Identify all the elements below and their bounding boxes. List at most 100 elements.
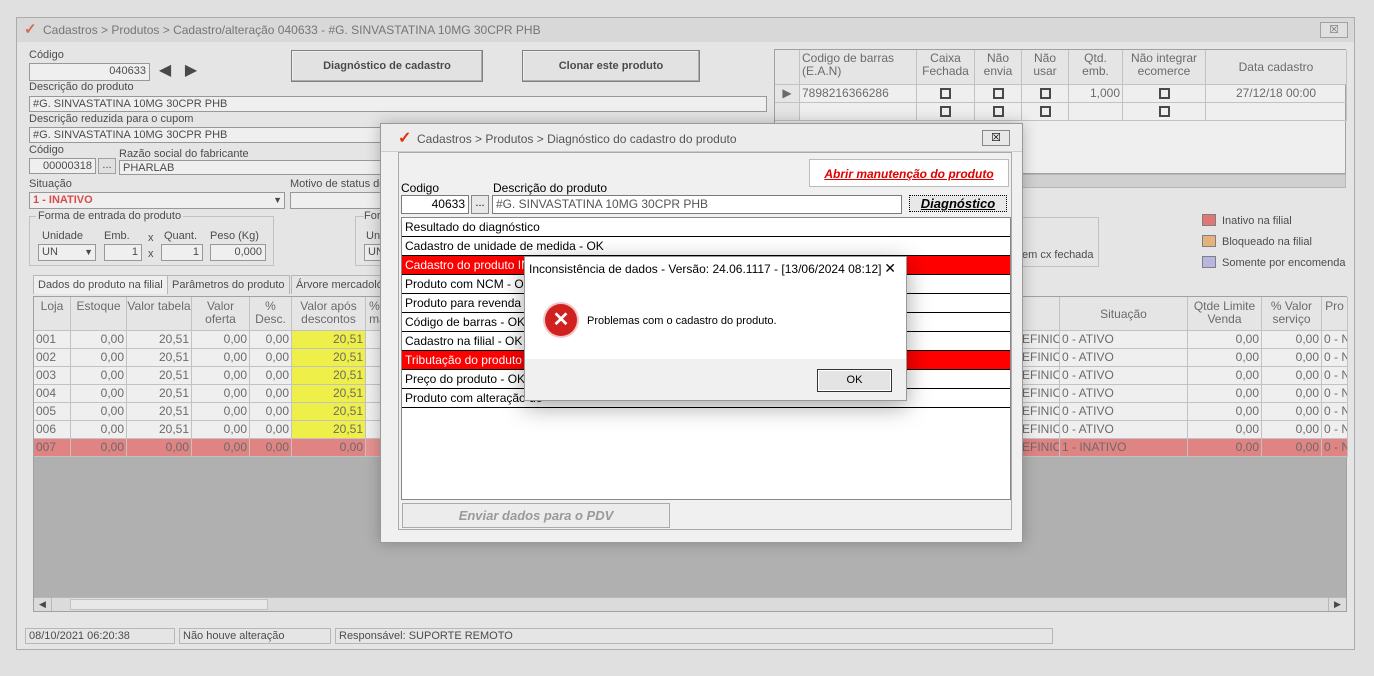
nao-envia-checkbox[interactable] — [975, 85, 1022, 103]
table-cell-servico[interactable]: 0,00 — [1262, 367, 1322, 385]
ecomerce-checkbox[interactable] — [1123, 85, 1206, 103]
table-cell-loja[interactable]: 004 — [34, 385, 71, 403]
diag-diagnostico-button[interactable]: Diagnóstico — [909, 195, 1007, 212]
table-cell-servico[interactable]: 0,00 — [1262, 385, 1322, 403]
table-cell-desc[interactable]: 0,00 — [250, 403, 292, 421]
table-cell-desc[interactable]: 0,00 — [250, 385, 292, 403]
table-cell-pro[interactable]: 0 - N — [1322, 403, 1348, 421]
next-arrow-icon[interactable]: ▶ — [180, 63, 202, 81]
table-cell-situacao[interactable]: 0 - ATIVO — [1060, 331, 1188, 349]
table-cell-limite[interactable]: 0,00 — [1188, 385, 1262, 403]
table-cell-pro[interactable]: 0 - N — [1322, 421, 1348, 439]
peso-input[interactable]: 0,000 — [210, 244, 266, 261]
diag-result-item[interactable]: Cadastro de unidade de medida - OK — [402, 237, 1010, 256]
diag-codigo-input[interactable]: 40633 — [401, 195, 469, 214]
table-cell-limite[interactable]: 0,00 — [1188, 403, 1262, 421]
quant-input[interactable]: 1 — [161, 244, 203, 261]
diag-descricao-input[interactable]: #G. SINVASTATINA 10MG 30CPR PHB — [492, 195, 902, 214]
table-cell-loja[interactable]: 005 — [34, 403, 71, 421]
descricao-input[interactable]: #G. SINVASTATINA 10MG 30CPR PHB — [29, 96, 767, 112]
unidade-select[interactable]: UN ▼ — [38, 244, 96, 261]
table-cell-limite[interactable]: 0,00 — [1188, 331, 1262, 349]
caixa-checkbox[interactable] — [917, 103, 975, 121]
table-cell-limite[interactable]: 0,00 — [1188, 367, 1262, 385]
table-cell-situacao[interactable]: 0 - ATIVO — [1060, 403, 1188, 421]
table-cell-limite[interactable]: 0,00 — [1188, 349, 1262, 367]
table-cell-situacao[interactable]: 0 - ATIVO — [1060, 421, 1188, 439]
table-cell-tipo[interactable]: EFINIC — [1020, 385, 1060, 403]
scroll-left-icon[interactable]: ◀ — [34, 598, 52, 611]
ok-button[interactable]: OK — [817, 369, 892, 392]
table-cell-desc[interactable]: 0,00 — [250, 439, 292, 457]
msg-close-icon[interactable]: ✕ — [884, 260, 896, 277]
table-cell-tipo[interactable]: EFINIC — [1020, 331, 1060, 349]
table-cell-situacao[interactable]: 0 - ATIVO — [1060, 349, 1188, 367]
table-cell-tabela[interactable]: 20,51 — [127, 421, 192, 439]
table-cell-servico[interactable]: 0,00 — [1262, 403, 1322, 421]
table-cell-loja[interactable]: 007 — [34, 439, 71, 457]
table-cell-apos[interactable]: 20,51 — [292, 349, 366, 367]
codigo-input[interactable]: 040633 — [29, 63, 150, 81]
main-close-button[interactable]: ☒ — [1320, 22, 1348, 38]
table-cell-servico[interactable]: 0,00 — [1262, 349, 1322, 367]
nao-usar-checkbox[interactable] — [1022, 85, 1069, 103]
table-cell-tabela[interactable]: 0,00 — [127, 439, 192, 457]
table-cell-oferta[interactable]: 0,00 — [192, 331, 250, 349]
table-cell-tipo[interactable]: EFINIC — [1020, 349, 1060, 367]
scroll-thumb[interactable] — [70, 599, 268, 610]
fab-codigo-input[interactable]: 00000318 — [29, 158, 96, 174]
table-cell-estoque[interactable]: 0,00 — [71, 439, 127, 457]
table-cell-apos[interactable]: 20,51 — [292, 421, 366, 439]
table-cell-loja[interactable]: 001 — [34, 331, 71, 349]
diagnostico-cadastro-button[interactable]: Diagnóstico de cadastro — [291, 50, 483, 82]
table-cell-pro[interactable]: 0 - N — [1322, 331, 1348, 349]
table-cell-estoque[interactable]: 0,00 — [71, 403, 127, 421]
table-cell-desc[interactable]: 0,00 — [250, 331, 292, 349]
caixa-checkbox[interactable] — [917, 85, 975, 103]
qtd-emb-cell[interactable]: 1,000 — [1069, 85, 1123, 103]
table-cell-tipo[interactable]: EFINIC — [1020, 421, 1060, 439]
table-cell-apos[interactable]: 0,00 — [292, 439, 366, 457]
table-cell-oferta[interactable]: 0,00 — [192, 421, 250, 439]
table-cell-servico[interactable]: 0,00 — [1262, 331, 1322, 349]
table-cell-tipo[interactable]: EFINIC — [1020, 403, 1060, 421]
table-cell-estoque[interactable]: 0,00 — [71, 331, 127, 349]
table-cell-desc[interactable]: 0,00 — [250, 367, 292, 385]
table-cell-loja[interactable]: 002 — [34, 349, 71, 367]
ecomerce-checkbox[interactable] — [1123, 103, 1206, 121]
table-cell-pro[interactable]: 0 - N — [1322, 385, 1348, 403]
tab-dados-filial[interactable]: Dados do produto na filial — [33, 275, 168, 294]
diag-search-button[interactable]: ... — [471, 195, 489, 214]
table-cell-situacao[interactable]: 1 - INATIVO — [1060, 439, 1188, 457]
table-cell-desc[interactable]: 0,00 — [250, 421, 292, 439]
table-cell-estoque[interactable]: 0,00 — [71, 385, 127, 403]
nao-usar-checkbox[interactable] — [1022, 103, 1069, 121]
table-cell-servico[interactable]: 0,00 — [1262, 439, 1322, 457]
table-cell-tabela[interactable]: 20,51 — [127, 403, 192, 421]
table-cell-pro[interactable]: 0 - N — [1322, 439, 1348, 457]
data-cadastro-cell[interactable]: 27/12/18 00:00 — [1206, 85, 1347, 103]
table-cell-tipo[interactable]: EFINIC — [1020, 367, 1060, 385]
table-cell-situacao[interactable]: 0 - ATIVO — [1060, 367, 1188, 385]
table-cell-estoque[interactable]: 0,00 — [71, 349, 127, 367]
situacao-select[interactable]: 1 - INATIVO ▼ — [29, 192, 285, 209]
table-cell-situacao[interactable]: 0 - ATIVO — [1060, 385, 1188, 403]
prev-arrow-icon[interactable]: ◀ — [154, 63, 176, 81]
clonar-produto-button[interactable]: Clonar este produto — [522, 50, 700, 82]
table-cell-servico[interactable]: 0,00 — [1262, 421, 1322, 439]
nao-envia-checkbox[interactable] — [975, 103, 1022, 121]
enviar-pdv-button[interactable]: Enviar dados para o PDV — [402, 503, 670, 528]
table-cell-oferta[interactable]: 0,00 — [192, 385, 250, 403]
table-cell-apos[interactable]: 20,51 — [292, 331, 366, 349]
table-cell-estoque[interactable]: 0,00 — [71, 367, 127, 385]
fab-search-button[interactable]: ... — [98, 158, 116, 174]
barcode-ean-cell[interactable]: 7898216366286 — [800, 85, 917, 103]
table-cell-apos[interactable]: 20,51 — [292, 385, 366, 403]
table-cell-loja[interactable]: 003 — [34, 367, 71, 385]
table-cell-oferta[interactable]: 0,00 — [192, 349, 250, 367]
table-cell-pro[interactable]: 0 - N — [1322, 349, 1348, 367]
table-cell-pro[interactable]: 0 - N — [1322, 367, 1348, 385]
table-cell-loja[interactable]: 006 — [34, 421, 71, 439]
abrir-manutencao-button[interactable]: Abrir manutenção do produto — [809, 159, 1009, 187]
table-cell-oferta[interactable]: 0,00 — [192, 439, 250, 457]
